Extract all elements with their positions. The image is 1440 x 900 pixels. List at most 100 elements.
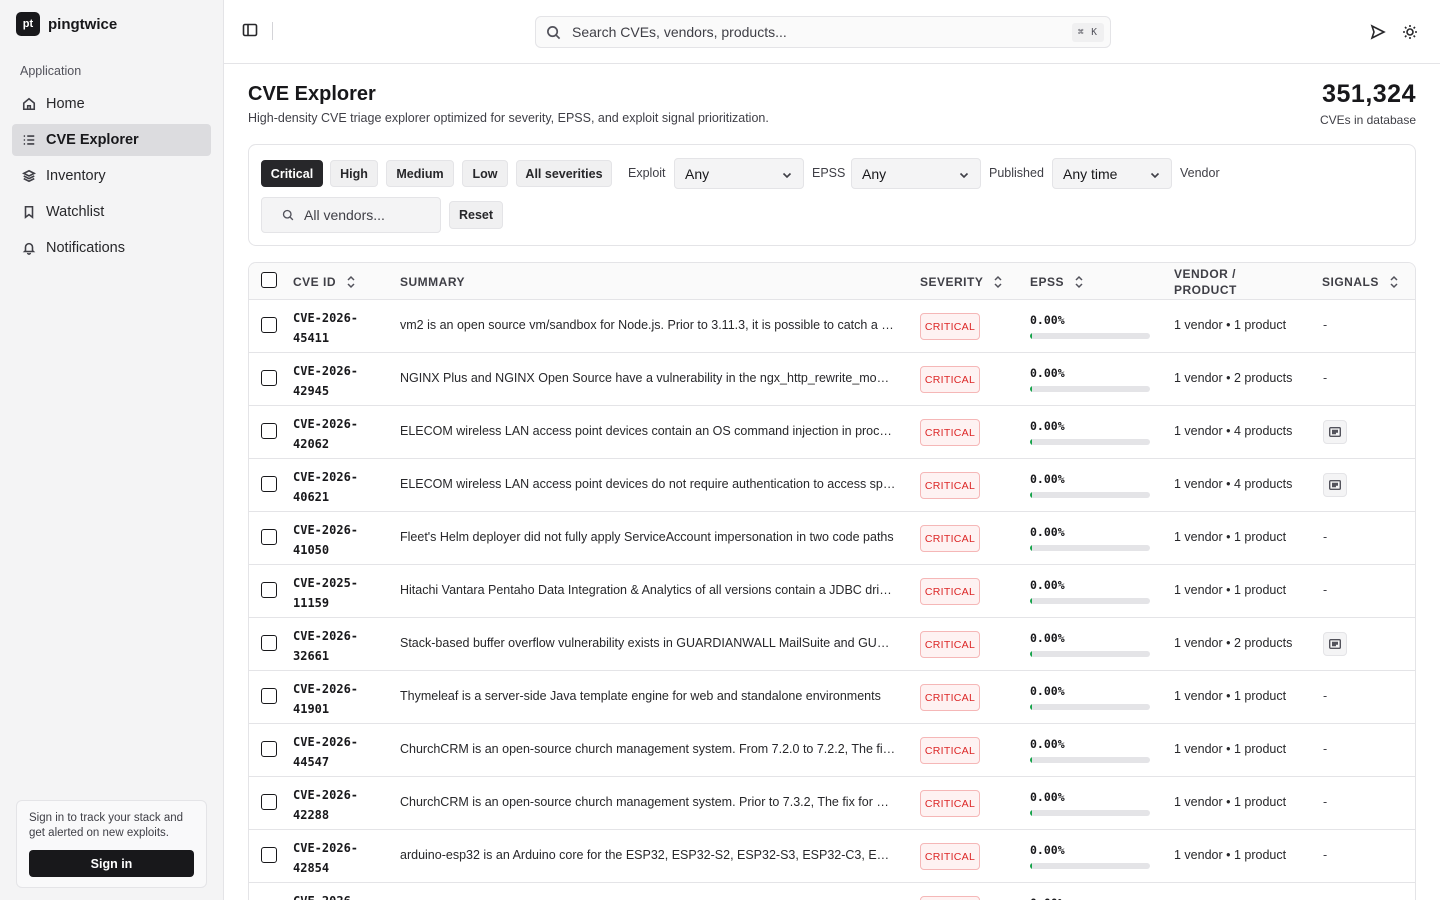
theme-toggle-icon[interactable] xyxy=(1402,24,1418,40)
signin-button[interactable]: Sign in xyxy=(29,850,194,877)
sidebar-item-cve-explorer[interactable]: CVE Explorer xyxy=(12,124,211,156)
cve-id[interactable]: CVE-2026- 41050 xyxy=(293,520,383,560)
signal-value: - xyxy=(1323,742,1328,756)
epss-bar-fill xyxy=(1030,651,1032,657)
row-checkbox[interactable] xyxy=(261,794,277,810)
row-checkbox[interactable] xyxy=(261,317,277,333)
epss-bar xyxy=(1030,598,1150,604)
severity-chip-low[interactable]: Low xyxy=(462,160,508,187)
epss-value: 0.00% xyxy=(1030,472,1065,486)
signin-card: Sign in to track your stack and get aler… xyxy=(16,800,207,888)
topbar-divider xyxy=(272,22,273,40)
send-icon[interactable] xyxy=(1370,24,1386,40)
severity-chip-high[interactable]: High xyxy=(330,160,378,187)
table-row[interactable]: CVE-2026- 42854 arduino-esp32 is an Ardui… xyxy=(249,830,1415,883)
epss-bar-fill xyxy=(1030,704,1032,710)
cve-count-label: CVEs in database xyxy=(1319,113,1416,127)
table-row[interactable]: CVE-2026- 45411 vm2 is an open source vm/… xyxy=(249,300,1415,353)
cve-summary: arduino-esp32 is an Arduino core for the… xyxy=(400,848,896,862)
column-signals[interactable]: SIGNALS xyxy=(1322,263,1399,300)
severity-chip-medium[interactable]: Medium xyxy=(386,160,454,187)
cve-id[interactable]: CVE-2026- 42062 xyxy=(293,414,383,454)
list-icon xyxy=(22,133,36,147)
sort-icon xyxy=(1389,275,1399,289)
cve-summary: Stack-based buffer overflow vulnerabilit… xyxy=(400,636,896,650)
signal-value: - xyxy=(1323,583,1328,597)
row-checkbox[interactable] xyxy=(261,847,277,863)
sidebar-item-home[interactable]: Home xyxy=(12,88,211,120)
sidebar-item-label: Inventory xyxy=(46,168,106,184)
column-summary: SUMMARY xyxy=(400,263,465,300)
severity-badge: CRITICAL xyxy=(920,366,980,393)
signal-value: - xyxy=(1323,848,1328,862)
sidebar-item-notifications[interactable]: Notifications xyxy=(12,232,211,264)
table-row[interactable]: CVE-2026- 41901 Thymeleaf is a server-sid… xyxy=(249,671,1415,724)
cve-id[interactable]: CVE-2026- 41901 xyxy=(293,679,383,719)
sidebar-item-watchlist[interactable]: Watchlist xyxy=(12,196,211,228)
epss-bar-fill xyxy=(1030,439,1032,445)
row-checkbox[interactable] xyxy=(261,370,277,386)
published-label: Published xyxy=(989,166,1044,180)
sidebar-toggle-icon[interactable] xyxy=(242,22,260,40)
vendor-label: Vendor xyxy=(1180,166,1220,180)
row-checkbox[interactable] xyxy=(261,741,277,757)
table-row[interactable]: CVE-2026- 44547 ChurchCRM is an open-sour… xyxy=(249,724,1415,777)
page-title: CVE Explorer xyxy=(248,83,376,105)
table-row[interactable]: CVE-2026- 42288 ChurchCRM is an open-sour… xyxy=(249,777,1415,830)
cve-id[interactable]: CVE-2026- 42854 xyxy=(293,838,383,878)
row-checkbox[interactable] xyxy=(261,635,277,651)
row-checkbox[interactable] xyxy=(261,423,277,439)
reset-button[interactable]: Reset xyxy=(449,201,503,229)
cve-id[interactable]: CVE-2026- 42945 xyxy=(293,361,383,401)
cve-id[interactable]: CVE-2026- 42288 xyxy=(293,785,383,825)
vendor-product: 1 vendor • 2 products xyxy=(1174,371,1293,385)
table-row[interactable]: CVE-2026- 42062 ELECOM wireless LAN acces… xyxy=(249,406,1415,459)
table-row[interactable]: CVE-2026- CRITICAL 0.00% xyxy=(249,883,1415,900)
epss-value: 0.00% xyxy=(1030,313,1065,327)
epss-bar-fill xyxy=(1030,757,1032,763)
signal-value: - xyxy=(1323,795,1328,809)
cve-id[interactable]: CVE-2026- 32661 xyxy=(293,626,383,666)
epss-value: 0.00% xyxy=(1030,419,1065,433)
vendor-product: 1 vendor • 2 products xyxy=(1174,636,1293,650)
table-row[interactable]: CVE-2025- 11159 Hitachi Vantara Pentaho D… xyxy=(249,565,1415,618)
chevron-down-icon xyxy=(1149,168,1161,180)
sidebar-item-label: Home xyxy=(46,96,85,112)
epss-value: 0.00% xyxy=(1030,631,1065,645)
sidebar-item-label: Watchlist xyxy=(46,204,105,220)
vendor-product: 1 vendor • 1 product xyxy=(1174,742,1287,756)
column-severity[interactable]: SEVERITY xyxy=(920,263,1003,300)
cve-id[interactable]: CVE-2026- 44547 xyxy=(293,732,383,772)
epss-bar xyxy=(1030,704,1150,710)
vendor-placeholder: All vendors... xyxy=(304,207,385,223)
cve-id[interactable]: CVE-2025- 11159 xyxy=(293,573,383,613)
table-header: CVE ID SUMMARY SEVERITY EPSS VENDOR / PR… xyxy=(249,263,1415,300)
sidebar-section-label: Application xyxy=(20,64,82,78)
cve-id[interactable]: CVE-2026- xyxy=(293,891,383,900)
row-checkbox[interactable] xyxy=(261,582,277,598)
cve-id[interactable]: CVE-2026- 40621 xyxy=(293,467,383,507)
search-icon xyxy=(546,25,561,40)
exploit-select[interactable]: Any xyxy=(674,158,804,189)
row-checkbox[interactable] xyxy=(261,688,277,704)
column-vendor-product: VENDOR / PRODUCT xyxy=(1174,263,1274,300)
table-row[interactable]: CVE-2026- 41050 Fleet's Helm deployer did… xyxy=(249,512,1415,565)
table-row[interactable]: CVE-2026- 32661 Stack-based buffer overfl… xyxy=(249,618,1415,671)
row-checkbox[interactable] xyxy=(261,529,277,545)
brand-logo: pt xyxy=(16,12,40,36)
cve-id[interactable]: CVE-2026- 45411 xyxy=(293,308,383,348)
column-epss[interactable]: EPSS xyxy=(1030,263,1084,300)
column-cve-id[interactable]: CVE ID xyxy=(293,263,356,300)
severity-chip-all[interactable]: All severities xyxy=(516,160,612,187)
table-row[interactable]: CVE-2026- 40621 ELECOM wireless LAN acces… xyxy=(249,459,1415,512)
published-select[interactable]: Any time xyxy=(1052,158,1172,189)
select-all-checkbox[interactable] xyxy=(261,272,277,288)
row-checkbox[interactable] xyxy=(261,476,277,492)
search-input[interactable]: Search CVEs, vendors, products... ⌘ K xyxy=(535,16,1111,48)
brand[interactable]: pt pingtwice xyxy=(16,12,117,36)
severity-chip-critical[interactable]: Critical xyxy=(261,160,323,187)
sidebar-item-inventory[interactable]: Inventory xyxy=(12,160,211,192)
table-row[interactable]: CVE-2026- 42945 NGINX Plus and NGINX Open… xyxy=(249,353,1415,406)
epss-select[interactable]: Any xyxy=(851,158,981,189)
vendor-input[interactable]: All vendors... xyxy=(261,197,441,233)
